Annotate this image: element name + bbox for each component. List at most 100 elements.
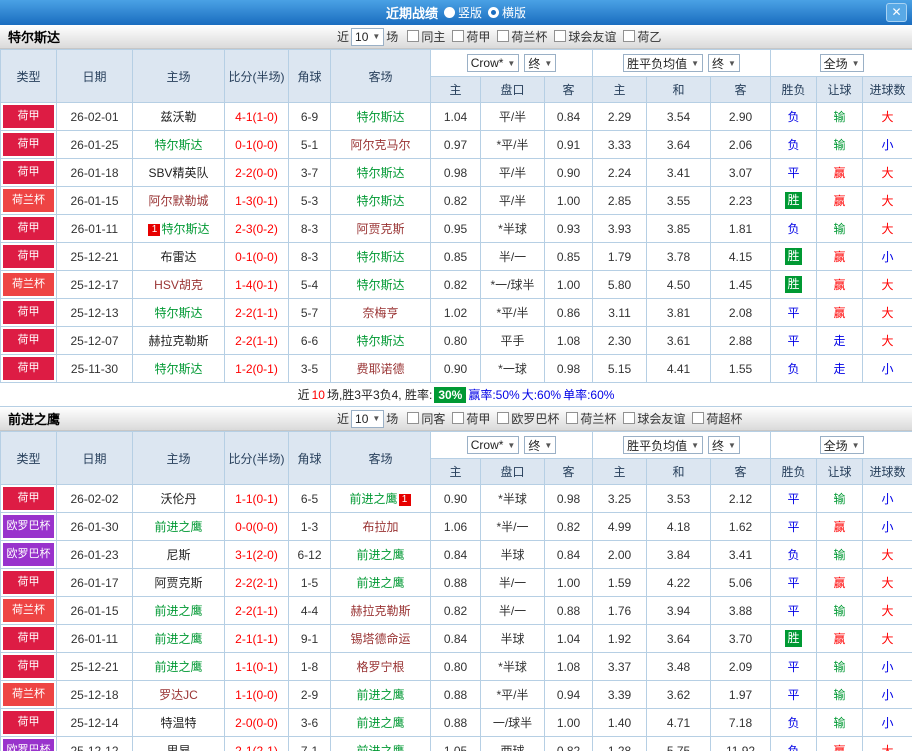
bookmaker-final-select[interactable]: 终▼ bbox=[524, 54, 556, 72]
match-result: 负 bbox=[771, 709, 817, 737]
team-label: 前进之鹰 bbox=[154, 604, 202, 618]
euro-away-odds: 2.08 bbox=[711, 299, 771, 327]
asian-handicap: 平/半 bbox=[481, 103, 545, 131]
league-badge: 欧罗巴杯 bbox=[3, 739, 54, 751]
asian-home-odds: 0.82 bbox=[431, 187, 481, 215]
bookmaker-select[interactable]: Crow*▼ bbox=[467, 436, 520, 454]
euro-draw-odds: 3.94 bbox=[647, 597, 711, 625]
match-rows: 荷甲26-02-02沃伦丹1-1(0-1)6-5前进之鹰10.90*半球0.98… bbox=[1, 485, 912, 751]
euro-away-odds: 7.18 bbox=[711, 709, 771, 737]
radio-horizontal-layout[interactable]: 横版 bbox=[488, 4, 526, 21]
asian-handicap: *半球 bbox=[481, 653, 545, 681]
match-result: 胜 bbox=[771, 271, 817, 299]
match-score: 2-2(1-1) bbox=[225, 597, 289, 625]
asian-home-odds: 0.90 bbox=[431, 485, 481, 513]
home-team: 阿贾克斯 bbox=[133, 569, 225, 597]
euro-home-odds: 3.93 bbox=[593, 215, 647, 243]
match-score: 0-1(0-0) bbox=[225, 131, 289, 159]
asian-handicap: *半球 bbox=[481, 215, 545, 243]
checkbox-icon bbox=[407, 30, 419, 42]
filter-checkbox[interactable]: 欧罗巴杯 bbox=[497, 410, 559, 427]
euro-final-select[interactable]: 终▼ bbox=[708, 436, 740, 454]
subcol-asian-away: 客 bbox=[545, 459, 593, 485]
match-score: 1-1(0-1) bbox=[225, 653, 289, 681]
corner-count: 8-3 bbox=[289, 215, 331, 243]
team-label: 前进之鹰 bbox=[356, 548, 404, 562]
match-row: 荷甲25-12-13特尔斯达2-2(1-1)5-7奈梅亨1.02*平/半0.86… bbox=[1, 299, 912, 327]
match-count-select[interactable]: 10 ▼ bbox=[351, 28, 384, 46]
checkbox-icon bbox=[497, 412, 509, 424]
euro-home-odds: 2.29 bbox=[593, 103, 647, 131]
filter-checkbox[interactable]: 荷超杯 bbox=[692, 410, 742, 427]
euro-draw-odds: 3.85 bbox=[647, 215, 711, 243]
dropdown-arrow-icon: ▼ bbox=[728, 441, 736, 450]
match-score: 2-2(1-1) bbox=[225, 299, 289, 327]
euro-final-select[interactable]: 终▼ bbox=[708, 54, 740, 72]
corner-count: 5-1 bbox=[289, 131, 331, 159]
filter-checkbox[interactable]: 同主 bbox=[407, 28, 445, 45]
subcol-asian-away: 客 bbox=[545, 77, 593, 103]
match-date: 26-01-11 bbox=[57, 215, 133, 243]
match-row: 欧罗巴杯26-01-23尼斯3-1(2-0)6-12前进之鹰0.84半球0.84… bbox=[1, 541, 912, 569]
match-score: 2-0(0-0) bbox=[225, 709, 289, 737]
goals-result: 小 bbox=[863, 513, 912, 541]
win-badge: 胜 bbox=[785, 248, 802, 265]
match-rows: 荷甲26-02-01兹沃勒4-1(1-0)6-9特尔斯达1.04平/半0.842… bbox=[1, 103, 912, 383]
scope-select[interactable]: 全场▼ bbox=[820, 436, 864, 454]
goals-result: 大 bbox=[863, 737, 912, 751]
radio-vertical-layout[interactable]: 竖版 bbox=[444, 4, 482, 21]
home-team: 前进之鹰 bbox=[133, 513, 225, 541]
euro-odds-select[interactable]: 胜平负均值▼ bbox=[623, 436, 703, 454]
league-cell: 荷甲 bbox=[1, 327, 57, 355]
filter-label: 荷兰杯 bbox=[511, 28, 547, 45]
asian-handicap: 半/一 bbox=[481, 597, 545, 625]
match-score: 1-4(0-1) bbox=[225, 271, 289, 299]
filter-checkbox[interactable]: 荷甲 bbox=[452, 410, 490, 427]
league-badge: 荷甲 bbox=[3, 105, 54, 128]
euro-home-odds: 4.99 bbox=[593, 513, 647, 541]
match-date: 25-11-30 bbox=[57, 355, 133, 383]
filter-checkbox[interactable]: 球会友谊 bbox=[554, 28, 616, 45]
team-label: 特尔斯达 bbox=[356, 194, 404, 208]
away-team: 奈梅亨 bbox=[331, 299, 431, 327]
filter-checkbox[interactable]: 荷兰杯 bbox=[566, 410, 616, 427]
match-date: 25-12-18 bbox=[57, 681, 133, 709]
filter-checkbox[interactable]: 荷乙 bbox=[623, 28, 661, 45]
filter-checkbox[interactable]: 同客 bbox=[407, 410, 445, 427]
match-count-select[interactable]: 10 ▼ bbox=[351, 410, 384, 428]
euro-odds-select[interactable]: 胜平负均值▼ bbox=[623, 54, 703, 72]
away-team: 前进之鹰 bbox=[331, 569, 431, 597]
match-row: 荷甲25-12-07赫拉克勒斯2-2(1-1)6-6特尔斯达0.80平手1.08… bbox=[1, 327, 912, 355]
close-button[interactable]: ✕ bbox=[886, 3, 907, 22]
league-cell: 荷甲 bbox=[1, 569, 57, 597]
team-label: 前进之鹰 bbox=[356, 688, 404, 702]
handicap-result: 赢 bbox=[817, 737, 863, 751]
goals-result: 大 bbox=[863, 187, 912, 215]
euro-away-odds: 3.07 bbox=[711, 159, 771, 187]
euro-draw-odds: 3.48 bbox=[647, 653, 711, 681]
bookmaker-final-select[interactable]: 终▼ bbox=[524, 436, 556, 454]
goals-result: 大 bbox=[863, 271, 912, 299]
home-team: SBV精英队 bbox=[133, 159, 225, 187]
asian-home-odds: 0.84 bbox=[431, 541, 481, 569]
handicap-result: 输 bbox=[817, 681, 863, 709]
bookmaker-select[interactable]: Crow*▼ bbox=[467, 54, 520, 72]
corner-count: 1-3 bbox=[289, 513, 331, 541]
dropdown-arrow-icon: ▼ bbox=[544, 441, 552, 450]
filter-checkbox[interactable]: 荷兰杯 bbox=[497, 28, 547, 45]
league-badge: 荷甲 bbox=[3, 711, 54, 734]
scope-select[interactable]: 全场▼ bbox=[820, 54, 864, 72]
matches-table: 类型 日期 主场 比分(半场) 角球 客场 Crow*▼ 终▼ 胜平负均值▼ 终… bbox=[0, 431, 912, 751]
goals-result: 大 bbox=[863, 625, 912, 653]
asian-away-odds: 0.82 bbox=[545, 513, 593, 541]
filter-checkbox[interactable]: 荷甲 bbox=[452, 28, 490, 45]
subcol-asian-home: 主 bbox=[431, 77, 481, 103]
match-result: 平 bbox=[771, 327, 817, 355]
home-team: HSV胡克 bbox=[133, 271, 225, 299]
radio-vertical-label: 竖版 bbox=[458, 4, 482, 21]
euro-home-odds: 5.15 bbox=[593, 355, 647, 383]
team-label: 兹沃勒 bbox=[160, 110, 196, 124]
euro-away-odds: 5.06 bbox=[711, 569, 771, 597]
league-cell: 荷甲 bbox=[1, 243, 57, 271]
filter-checkbox[interactable]: 球会友谊 bbox=[623, 410, 685, 427]
